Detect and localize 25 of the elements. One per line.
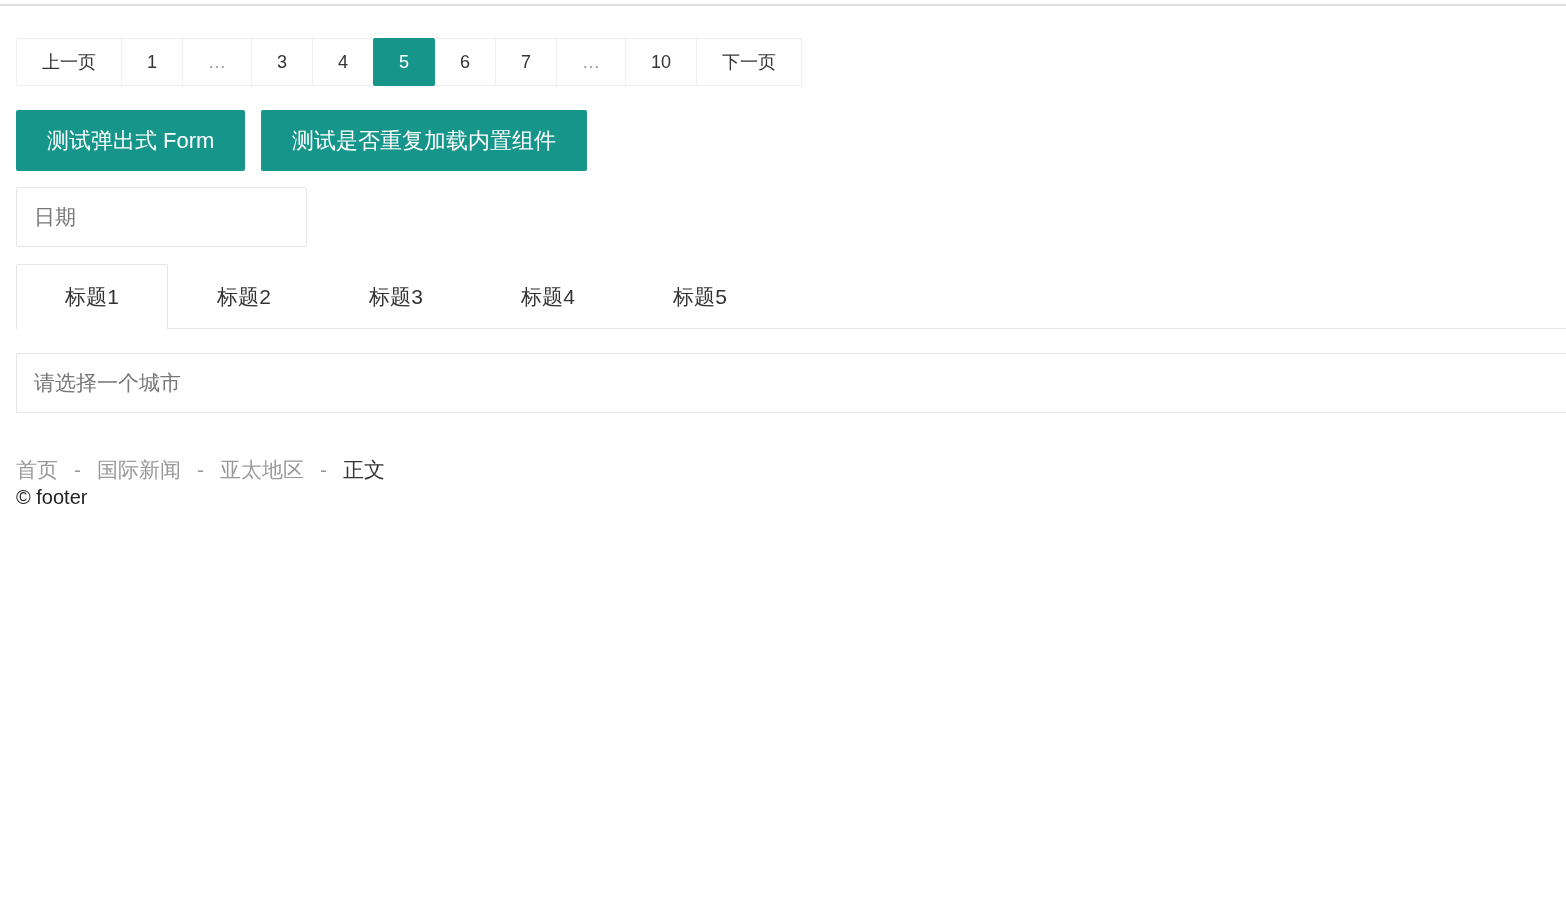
- tab[interactable]: 标题1: [16, 264, 168, 329]
- page-number-button[interactable]: 3: [251, 38, 314, 86]
- breadcrumb-separator: -: [197, 457, 204, 483]
- next-page-button[interactable]: 下一页: [696, 38, 803, 86]
- page-number-button[interactable]: 6: [434, 38, 497, 86]
- pagination-ellipsis: …: [182, 38, 252, 86]
- page-number-button[interactable]: 7: [495, 38, 558, 86]
- page-number-button[interactable]: 1: [121, 38, 183, 86]
- pagination-ellipsis: …: [556, 38, 627, 86]
- page-number-button[interactable]: 4: [312, 38, 375, 86]
- footer-text: © footer: [16, 485, 88, 510]
- city-select-field[interactable]: 请选择一个城市: [16, 353, 1566, 413]
- page-number-button[interactable]: 5: [373, 38, 436, 86]
- date-field[interactable]: 日期: [16, 187, 307, 247]
- tab[interactable]: 标题5: [624, 264, 776, 328]
- breadcrumb-current: 正文: [343, 457, 385, 483]
- breadcrumb-separator: -: [320, 457, 327, 483]
- tab[interactable]: 标题4: [472, 264, 624, 328]
- tab[interactable]: 标题3: [320, 264, 472, 328]
- action-button[interactable]: 测试弹出式 Form: [16, 110, 246, 171]
- breadcrumb-separator: -: [74, 457, 81, 483]
- action-button[interactable]: 测试是否重复加载内置组件: [261, 110, 588, 171]
- tab[interactable]: 标题2: [168, 264, 320, 328]
- page-number-button[interactable]: 10: [625, 38, 698, 86]
- previous-page-button[interactable]: 上一页: [16, 38, 122, 86]
